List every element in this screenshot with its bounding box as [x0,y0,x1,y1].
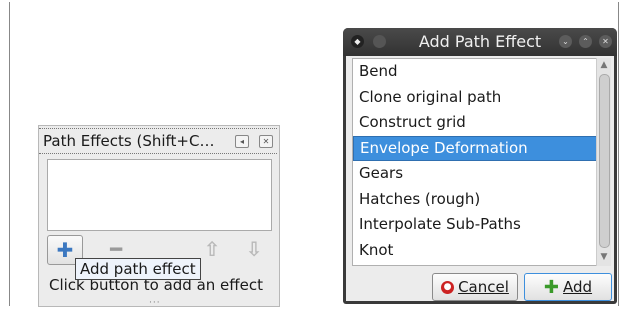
remove-icon: ━ [109,237,123,261]
add-button[interactable]: ✚ Add [524,273,612,301]
close-icon[interactable]: ✕ [599,35,612,48]
scroll-up-icon[interactable]: ▲ [597,60,611,70]
list-item[interactable]: Construct grid [353,110,597,136]
move-down-icon: ⇩ [245,237,263,261]
minimize-icon[interactable]: ⌄ [559,35,572,48]
restore-icon[interactable]: ◂ [235,135,249,148]
dialog-titlebar[interactable]: ◆ Add Path Effect ⌄ ⌃ ✕ [343,28,617,56]
list-item[interactable]: Hatches (rough) [353,187,597,213]
close-icon[interactable]: ✕ [259,135,273,148]
cancel-button[interactable]: ● Cancel [432,273,518,301]
scrollbar-thumb[interactable] [599,74,610,248]
add-path-effect-dialog: ◆ Add Path Effect ⌄ ⌃ ✕ Bend Clone origin… [343,28,617,304]
path-effects-title: Path Effects (Shift+C… [43,132,215,150]
add-effect-tooltip: Add path effect [75,258,201,280]
dialog-title: Add Path Effect [418,32,542,51]
add-label: Add [563,278,593,296]
move-down-button[interactable]: ⇩ [237,235,271,263]
list-item[interactable]: Gears [353,161,597,187]
resize-grip[interactable]: ··· [149,298,161,308]
move-up-icon: ⇧ [203,237,221,261]
cancel-icon: ● [441,280,455,294]
maximize-icon[interactable]: ⌃ [579,35,592,48]
effect-list[interactable]: Bend Clone original path Construct grid Env… [352,58,598,266]
list-item[interactable]: Envelope Deformation [353,135,597,161]
cancel-label: Cancel [458,278,509,296]
add-icon: ✚ [56,238,74,262]
list-item[interactable]: Knot [353,238,597,264]
path-effects-header[interactable]: Path Effects (Shift+C… ◂ ✕ [39,128,277,154]
list-scrollbar[interactable]: ▲ ▼ [596,58,611,266]
list-item[interactable]: Bend [353,59,597,85]
list-item[interactable]: Interpolate Sub-Paths [353,212,597,238]
add-icon: ✚ [543,276,560,298]
effects-list[interactable] [47,159,272,231]
list-item[interactable]: Clone original path [353,85,597,111]
scroll-down-icon[interactable]: ▼ [597,252,611,262]
dialog-body: Bend Clone original path Construct grid Env… [346,56,614,301]
